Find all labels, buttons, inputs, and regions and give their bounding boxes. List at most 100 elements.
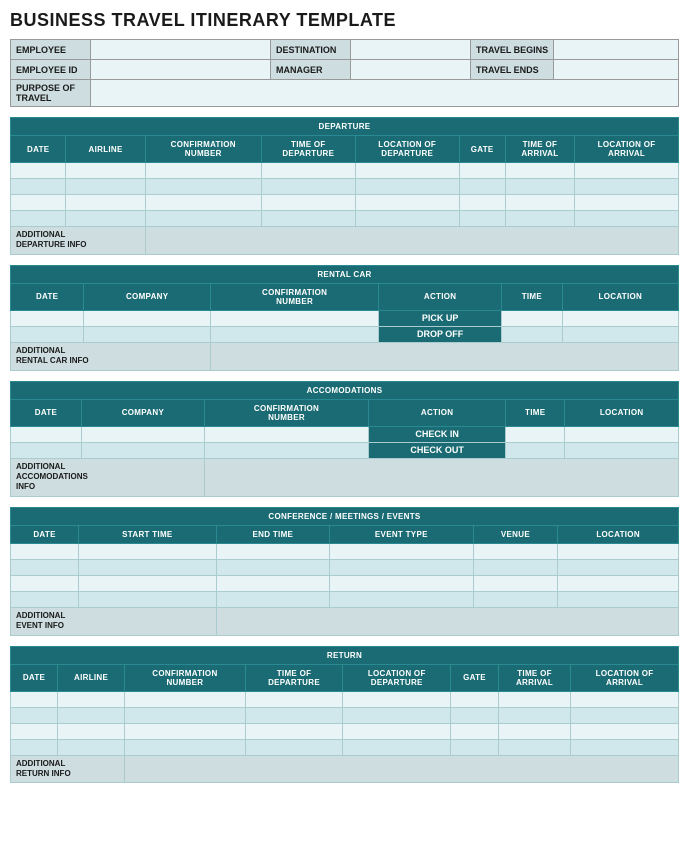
- purpose-value[interactable]: [91, 80, 679, 107]
- ret-col-loc-arr: LOCATION OF ARRIVAL: [571, 664, 679, 691]
- manager-label: MANAGER: [271, 60, 351, 80]
- dep-col-airline: AIRLINE: [66, 136, 145, 163]
- table-row: [11, 707, 679, 723]
- table-row: CHECK IN: [11, 426, 679, 442]
- acc-col-action: ACTION: [369, 399, 506, 426]
- checkout-action: CHECK OUT: [369, 442, 506, 458]
- acc-col-confirmation: CONFIRMATION NUMBER: [204, 399, 368, 426]
- travel-ends-value[interactable]: [554, 60, 679, 80]
- departure-additional-value[interactable]: [145, 227, 678, 255]
- rc-col-confirmation: CONFIRMATION NUMBER: [211, 283, 379, 310]
- acc-col-time: TIME: [506, 399, 565, 426]
- departure-header: DEPARTURE: [11, 118, 679, 136]
- ret-col-time-arr: TIME OF ARRIVAL: [498, 664, 570, 691]
- return-section: RETURN DATE AIRLINE CONFIRMATION NUMBER …: [10, 646, 679, 784]
- acc-col-location: LOCATION: [565, 399, 679, 426]
- conferences-additional-value[interactable]: [216, 607, 678, 635]
- departure-additional-label: ADDITIONAL DEPARTURE INFO: [11, 227, 146, 255]
- table-row: PICK UP: [11, 310, 679, 326]
- conferences-additional-row: ADDITIONAL EVENT INFO: [11, 607, 679, 635]
- accommodations-additional-value[interactable]: [204, 458, 678, 496]
- return-additional-row: ADDITIONAL RETURN INFO: [11, 755, 679, 783]
- return-header: RETURN: [11, 646, 679, 664]
- dep-col-date: DATE: [11, 136, 66, 163]
- travel-begins-value[interactable]: [554, 40, 679, 60]
- table-row: [11, 543, 679, 559]
- accommodations-table: ACCOMODATIONS DATE COMPANY CONFIRMATION …: [10, 381, 679, 497]
- ret-col-time-dep: TIME OF DEPARTURE: [245, 664, 343, 691]
- conf-col-type: EVENT TYPE: [330, 525, 474, 543]
- rental-additional-label: ADDITIONAL RENTAL CAR INFO: [11, 342, 211, 370]
- dep-col-time-arr: TIME OF ARRIVAL: [505, 136, 575, 163]
- pickup-action: PICK UP: [379, 310, 502, 326]
- conferences-header: CONFERENCE / MEETINGS / EVENTS: [11, 507, 679, 525]
- return-additional-value[interactable]: [125, 755, 679, 783]
- table-row: [11, 559, 679, 575]
- ret-col-loc-dep: LOCATION OF DEPARTURE: [343, 664, 451, 691]
- dep-col-loc-arr: LOCATION OF ARRIVAL: [575, 136, 679, 163]
- ret-col-date: DATE: [11, 664, 58, 691]
- rc-col-action: ACTION: [379, 283, 502, 310]
- main-info-table: EMPLOYEE DESTINATION TRAVEL BEGINS EMPLO…: [10, 39, 679, 107]
- accommodations-additional-label: ADDITIONAL ACCOMODATIONS INFO: [11, 458, 205, 496]
- departure-section: DEPARTURE DATE AIRLINE CONFIRMATION NUMB…: [10, 117, 679, 255]
- conferences-table: CONFERENCE / MEETINGS / EVENTS DATE STAR…: [10, 507, 679, 636]
- conf-col-venue: VENUE: [473, 525, 558, 543]
- destination-value[interactable]: [351, 40, 471, 60]
- manager-value[interactable]: [351, 60, 471, 80]
- checkin-action: CHECK IN: [369, 426, 506, 442]
- rc-col-location: LOCATION: [562, 283, 678, 310]
- conferences-additional-label: ADDITIONAL EVENT INFO: [11, 607, 217, 635]
- ret-col-gate: GATE: [451, 664, 499, 691]
- conf-col-location: LOCATION: [558, 525, 679, 543]
- purpose-label: PURPOSE OF TRAVEL: [11, 80, 91, 107]
- rental-additional-value[interactable]: [211, 342, 679, 370]
- departure-additional-row: ADDITIONAL DEPARTURE INFO: [11, 227, 679, 255]
- table-row: [11, 723, 679, 739]
- page-title: BUSINESS TRAVEL ITINERARY TEMPLATE: [10, 10, 679, 31]
- table-row: DROP OFF: [11, 326, 679, 342]
- rental-car-section: RENTAL CAR DATE COMPANY CONFIRMATION NUM…: [10, 265, 679, 371]
- employee-id-label: EMPLOYEE ID: [11, 60, 91, 80]
- dep-col-confirmation: CONFIRMATION NUMBER: [145, 136, 261, 163]
- ret-col-airline: AIRLINE: [58, 664, 125, 691]
- travel-ends-label: TRAVEL ENDS: [471, 60, 554, 80]
- ret-col-confirmation: CONFIRMATION NUMBER: [125, 664, 246, 691]
- dropoff-action: DROP OFF: [379, 326, 502, 342]
- return-additional-label: ADDITIONAL RETURN INFO: [11, 755, 125, 783]
- return-table: RETURN DATE AIRLINE CONFIRMATION NUMBER …: [10, 646, 679, 784]
- conferences-section: CONFERENCE / MEETINGS / EVENTS DATE STAR…: [10, 507, 679, 636]
- employee-label: EMPLOYEE: [11, 40, 91, 60]
- conf-col-end: END TIME: [216, 525, 329, 543]
- table-row: [11, 591, 679, 607]
- conf-col-start: START TIME: [79, 525, 217, 543]
- departure-table: DEPARTURE DATE AIRLINE CONFIRMATION NUMB…: [10, 117, 679, 255]
- rc-col-time: TIME: [502, 283, 563, 310]
- acc-col-date: DATE: [11, 399, 82, 426]
- rental-car-header: RENTAL CAR: [11, 265, 679, 283]
- employee-id-value[interactable]: [91, 60, 271, 80]
- table-row: [11, 195, 679, 211]
- acc-col-company: COMPANY: [81, 399, 204, 426]
- rental-additional-row: ADDITIONAL RENTAL CAR INFO: [11, 342, 679, 370]
- travel-begins-label: TRAVEL BEGINS: [471, 40, 554, 60]
- table-row: [11, 575, 679, 591]
- dep-col-time-dep: TIME OF DEPARTURE: [261, 136, 355, 163]
- conf-col-date: DATE: [11, 525, 79, 543]
- dep-col-loc-dep: LOCATION OF DEPARTURE: [355, 136, 459, 163]
- table-row: [11, 691, 679, 707]
- rental-car-table: RENTAL CAR DATE COMPANY CONFIRMATION NUM…: [10, 265, 679, 371]
- table-row: [11, 163, 679, 179]
- employee-value[interactable]: [91, 40, 271, 60]
- destination-label: DESTINATION: [271, 40, 351, 60]
- dep-col-gate: GATE: [459, 136, 505, 163]
- accommodations-section: ACCOMODATIONS DATE COMPANY CONFIRMATION …: [10, 381, 679, 497]
- rc-col-company: COMPANY: [84, 283, 211, 310]
- table-row: [11, 739, 679, 755]
- table-row: CHECK OUT: [11, 442, 679, 458]
- accommodations-additional-row: ADDITIONAL ACCOMODATIONS INFO: [11, 458, 679, 496]
- rc-col-date: DATE: [11, 283, 84, 310]
- table-row: [11, 179, 679, 195]
- accommodations-header: ACCOMODATIONS: [11, 381, 679, 399]
- table-row: [11, 211, 679, 227]
